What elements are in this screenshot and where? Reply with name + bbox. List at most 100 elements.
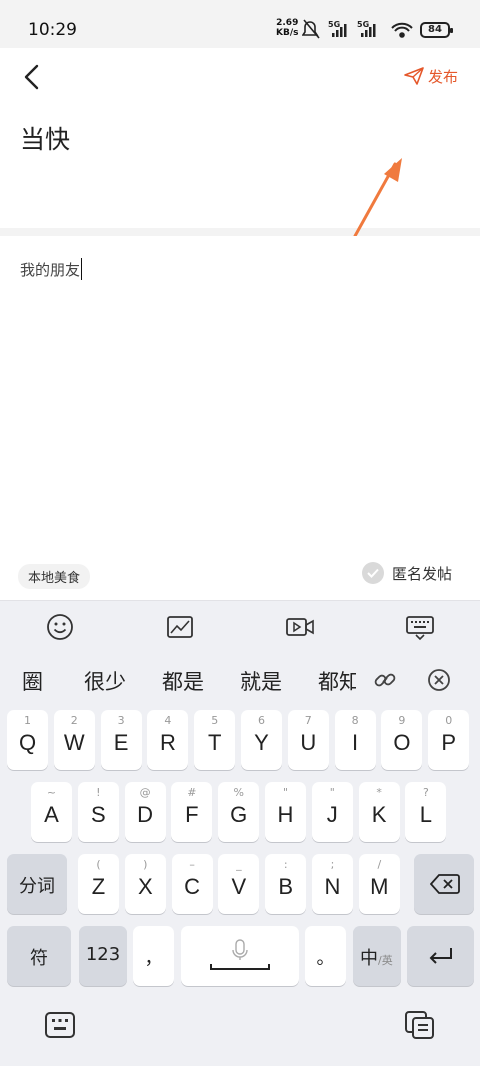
- candidate-word[interactable]: 都知: [318, 666, 356, 696]
- key-label: T: [207, 730, 222, 755]
- key-o[interactable]: 9O: [381, 710, 423, 770]
- lang-main: 中: [360, 948, 378, 969]
- key-label: F: [185, 802, 199, 827]
- check-icon: [362, 562, 384, 584]
- key-label: R: [159, 730, 176, 755]
- status-time: 10:29: [28, 20, 77, 40]
- language-switch-key[interactable]: 中/英: [353, 926, 401, 986]
- key-e[interactable]: 3E: [100, 710, 142, 770]
- key-secondary-label: ~: [46, 786, 57, 799]
- key-secondary-label: 1: [24, 714, 31, 727]
- anonymous-toggle[interactable]: 匿名发帖: [362, 562, 452, 584]
- post-title[interactable]: 当快: [20, 120, 70, 156]
- post-content-input[interactable]: 我的朋友: [20, 258, 83, 280]
- key-z[interactable]: (Z: [78, 854, 119, 914]
- space-key[interactable]: [181, 926, 299, 986]
- comma-key[interactable]: ，: [133, 926, 174, 986]
- back-icon[interactable]: [18, 62, 48, 92]
- period-key[interactable]: 。: [305, 926, 346, 986]
- key-k[interactable]: * K: [358, 782, 400, 842]
- key-secondary-label: 4: [164, 714, 172, 727]
- key-t[interactable]: 5T: [194, 710, 236, 770]
- key-label: N: [324, 874, 341, 899]
- keyboard-switch-icon[interactable]: [44, 1010, 76, 1040]
- status-icons: 5G 5G: [302, 19, 413, 39]
- key-h[interactable]: " H: [265, 782, 306, 842]
- key-label: Z: [91, 874, 106, 899]
- key-w[interactable]: 2W: [53, 710, 95, 770]
- speed-unit: KB/s: [276, 28, 299, 38]
- candidate-word[interactable]: 圈: [22, 666, 43, 696]
- key-label: Q: [18, 730, 37, 755]
- key-label: X: [137, 874, 153, 899]
- key-i[interactable]: 8I: [334, 710, 376, 770]
- symbol-key[interactable]: 符: [7, 926, 71, 986]
- key-g[interactable]: % G: [218, 782, 260, 842]
- key-f[interactable]: # F: [171, 782, 213, 842]
- video-icon[interactable]: [286, 613, 314, 641]
- key-secondary-label: %: [233, 786, 244, 799]
- key-label: G: [230, 802, 248, 827]
- key-j[interactable]: " J: [311, 782, 353, 842]
- keyboard-hide-icon[interactable]: [406, 613, 434, 641]
- key-secondary-label: 7: [304, 714, 312, 727]
- number-key[interactable]: 123: [79, 926, 127, 986]
- candidate-word[interactable]: 都是: [162, 666, 204, 696]
- candidate-word[interactable]: 很少: [84, 666, 126, 696]
- key-secondary-label: 3: [117, 714, 125, 727]
- post-content-text: 我的朋友: [20, 260, 81, 279]
- key-label: E: [113, 730, 129, 755]
- key-label: C: [184, 874, 201, 899]
- mute-icon: [302, 19, 320, 39]
- candidate-bar: 圈 很少 都是 就是 都知: [0, 652, 480, 708]
- key-d[interactable]: @ D: [124, 782, 166, 842]
- key-secondary-label: 5: [211, 714, 219, 727]
- key-secondary-label: 2: [70, 714, 78, 727]
- publish-label: 发布: [428, 67, 459, 86]
- key-s[interactable]: ! S: [77, 782, 119, 842]
- key-label: J: [326, 802, 338, 827]
- key-l[interactable]: ? L: [405, 782, 447, 842]
- key-n[interactable]: ; N: [312, 854, 353, 914]
- key-secondary-label: /: [377, 858, 382, 871]
- image-icon[interactable]: [166, 613, 194, 641]
- key-label: H: [277, 802, 294, 827]
- key-v[interactable]: _ V: [218, 854, 260, 914]
- key-secondary-label: ;: [330, 858, 335, 871]
- key-secondary-label: *: [376, 786, 382, 799]
- key-b[interactable]: :B: [265, 854, 307, 914]
- close-candidates-icon[interactable]: [426, 667, 452, 693]
- key-label: O: [393, 730, 411, 755]
- candidate-word[interactable]: 就是: [240, 666, 282, 696]
- period-label: 。: [316, 948, 335, 969]
- space-mic-icon: [210, 939, 270, 970]
- publish-button[interactable]: 发布: [404, 64, 458, 88]
- key-secondary-label: 6: [258, 714, 265, 727]
- emoji-icon[interactable]: [46, 613, 74, 641]
- link-icon[interactable]: [372, 667, 398, 693]
- post-body: 我的朋友 本地美食 匿名发帖: [0, 236, 480, 600]
- key-c[interactable]: – C: [171, 854, 213, 914]
- key-r[interactable]: 4R: [147, 710, 189, 770]
- key-label: I: [352, 730, 359, 755]
- key-secondary-label: :: [283, 858, 288, 871]
- key-label: B: [278, 874, 294, 899]
- key-u[interactable]: 7U: [287, 710, 329, 770]
- key-label: K: [371, 802, 387, 827]
- key-label: A: [44, 802, 59, 827]
- topic-tag[interactable]: 本地美食: [18, 564, 91, 589]
- key-q[interactable]: 1Q: [7, 710, 48, 770]
- key-m[interactable]: / M: [358, 854, 400, 914]
- anonymous-label: 匿名发帖: [392, 564, 453, 583]
- key-secondary-label: ): [143, 858, 148, 871]
- key-a[interactable]: ~ A: [31, 782, 72, 842]
- key-p[interactable]: 0P: [428, 710, 470, 770]
- key-secondary-label: –: [189, 858, 195, 871]
- segment-key[interactable]: 分词: [7, 854, 67, 914]
- backspace-key[interactable]: [414, 854, 474, 914]
- clipboard-icon[interactable]: [404, 1010, 436, 1040]
- enter-key[interactable]: [407, 926, 474, 986]
- key-x[interactable]: ) X: [124, 854, 166, 914]
- key-y[interactable]: 6Y: [241, 710, 282, 770]
- backspace-icon: [430, 874, 460, 894]
